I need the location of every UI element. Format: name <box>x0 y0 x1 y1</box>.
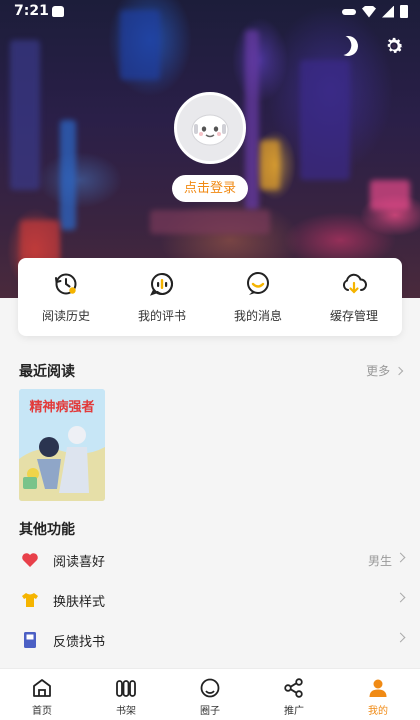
bottom-navigation: 首页 书架 圈子 推广 我的 <box>0 668 420 720</box>
chevron-right-icon <box>395 632 406 643</box>
quick-action-label: 阅读历史 <box>41 309 90 323</box>
status-time: 7:21 <box>14 3 49 19</box>
moon-icon <box>335 33 361 59</box>
review-icon <box>149 273 173 296</box>
chevron-right-icon <box>394 366 404 376</box>
quick-actions-card: 阅读历史 我的评书 我的消息 缓存管理 <box>18 258 402 336</box>
circle-icon <box>200 678 220 698</box>
skin-style-label: 换肤样式 <box>53 595 106 610</box>
cloud-download-icon <box>342 273 367 294</box>
nav-bookshelf[interactable]: 书架 <box>84 669 168 720</box>
night-mode-button[interactable] <box>336 34 360 58</box>
book-icon <box>24 632 36 648</box>
avatar[interactable] <box>174 92 246 164</box>
more-link[interactable]: 更多 <box>366 362 404 379</box>
book-cover-illustration: 精神病强者 <box>19 389 105 501</box>
feedback-find-book-label: 反馈找书 <box>53 635 106 650</box>
history-icon <box>55 273 77 295</box>
gear-icon <box>387 37 403 53</box>
bookshelf-icon <box>116 680 136 697</box>
reading-preference-label: 阅读喜好 <box>53 555 106 570</box>
nav-label: 我的 <box>368 706 388 717</box>
skin-style-row[interactable]: 换肤样式 <box>0 581 420 621</box>
key-icon <box>342 8 356 15</box>
cache-management-button[interactable]: 缓存管理 <box>306 258 402 336</box>
feedback-find-book-row[interactable]: 反馈找书 <box>0 621 420 661</box>
reading-preference-row[interactable]: 阅读喜好 男生 <box>0 541 420 581</box>
nav-profile[interactable]: 我的 <box>336 669 420 720</box>
home-icon <box>33 679 51 697</box>
signal-icon <box>382 5 394 18</box>
nav-promote[interactable]: 推广 <box>252 669 336 720</box>
reading-history-button[interactable]: 阅读历史 <box>18 258 114 336</box>
quick-action-label: 我的消息 <box>233 309 282 323</box>
battery-icon <box>400 5 408 18</box>
reading-preference-value: 男生 <box>367 554 392 568</box>
quick-action-label: 我的评书 <box>137 309 186 323</box>
status-bar: 7:21 <box>0 0 420 26</box>
wifi-icon <box>362 5 376 18</box>
nav-label: 书架 <box>116 706 136 717</box>
shirt-icon <box>22 593 38 607</box>
book-cover-title: 精神病强者 <box>29 399 94 415</box>
nav-label: 推广 <box>284 706 304 717</box>
header-actions <box>336 34 406 58</box>
login-button[interactable]: 点击登录 <box>172 175 248 202</box>
nav-circle[interactable]: 圈子 <box>168 669 252 720</box>
robot-avatar-icon <box>191 114 229 146</box>
share-icon <box>284 678 303 698</box>
other-functions-title: 其他功能 <box>19 522 75 538</box>
my-reviews-button[interactable]: 我的评书 <box>114 258 210 336</box>
chevron-right-icon <box>395 552 406 563</box>
nav-home[interactable]: 首页 <box>0 669 84 720</box>
android-app-icon <box>52 6 64 17</box>
my-messages-button[interactable]: 我的消息 <box>210 258 306 336</box>
status-indicators <box>342 5 408 18</box>
recent-book-cover[interactable]: 精神病强者 <box>19 389 105 501</box>
settings-button[interactable] <box>382 34 406 58</box>
nav-label: 首页 <box>32 706 52 717</box>
message-icon <box>247 272 269 295</box>
heart-icon <box>22 553 38 567</box>
quick-action-label: 缓存管理 <box>329 309 378 323</box>
chevron-right-icon <box>395 592 406 603</box>
profile-icon <box>369 679 387 697</box>
more-link-label: 更多 <box>366 364 391 378</box>
recent-reading-title: 最近阅读 <box>19 364 75 380</box>
nav-label: 圈子 <box>200 706 220 717</box>
